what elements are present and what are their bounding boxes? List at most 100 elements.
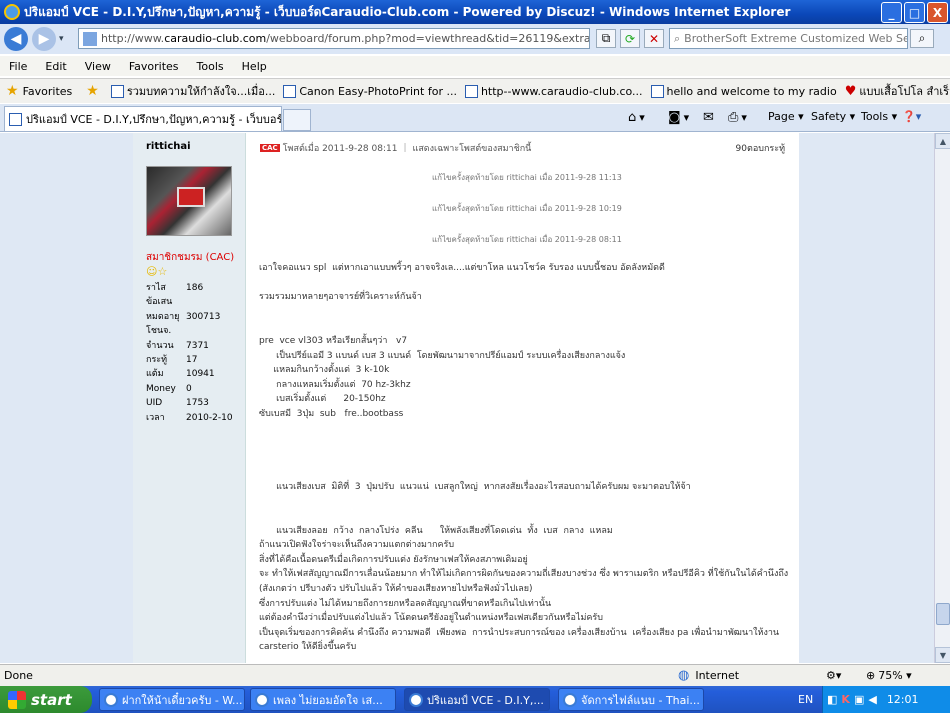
taskbar-button-label: จัดการไฟล์แนบ - Thai... (581, 693, 700, 707)
feeds-button[interactable]: ◙ ▾ (668, 110, 689, 125)
tools-menu[interactable]: Tools ▾ (861, 110, 897, 123)
menu-view[interactable]: View (76, 60, 120, 73)
stat-value: 1753 (186, 398, 209, 409)
help-icon[interactable]: ❓▾ (902, 110, 921, 123)
avatar[interactable] (146, 166, 232, 236)
scroll-thumb[interactable] (936, 603, 950, 625)
zoom-control[interactable]: ⊕ 75% ▾ (866, 669, 912, 682)
refresh-icon[interactable]: ⟳ (620, 29, 640, 48)
menu-tools[interactable]: Tools (188, 60, 233, 73)
favorites-button[interactable]: ★ Favorites (6, 83, 72, 99)
forward-button[interactable]: ▶ (32, 27, 56, 51)
page-icon (464, 84, 478, 98)
ie-icon (563, 692, 577, 707)
stat-label: ข้อเสน (146, 297, 173, 308)
navigation-bar: ◀ ▶ ▾ http://www. caraudio-club.com/webbo… (0, 24, 950, 54)
scroll-down-icon[interactable]: ▼ (935, 647, 950, 663)
new-tab-button[interactable] (283, 109, 311, 131)
search-input[interactable]: ⌕ BrotherSoft Extreme Customized Web Sea… (669, 28, 908, 49)
author-stats: ราไส 186 ข้อเสน หมดอายุ 300713 โชนจ. จำนวน… (146, 281, 233, 425)
start-button[interactable]: start (0, 686, 92, 713)
post-header: CAC โพสต์เมื่อ 2011-9-28 08:11 | แสดงเฉพ… (260, 141, 785, 155)
menu-edit[interactable]: Edit (36, 60, 75, 73)
antivirus-icon[interactable]: K (841, 693, 850, 706)
favorite-link[interactable]: hello and welcome to my radio (650, 84, 837, 98)
add-favorites-icon[interactable]: ★ (86, 83, 99, 99)
menu-file[interactable]: File (0, 60, 36, 73)
author-only-link[interactable]: แสดงเฉพาะโพสต์ของสมาชิกนี้ (413, 141, 532, 155)
stat-value: 0 (186, 383, 192, 394)
tab-title: ปริแอมป์ VCE - D.I.Y,ปรึกษา,ปัญหา,ความรู… (26, 113, 282, 126)
print-button[interactable]: ⎙ ▾ (728, 110, 747, 125)
address-prefix: http://www. (101, 32, 165, 45)
recent-pages-dropdown[interactable]: ▾ (59, 34, 64, 44)
language-indicator[interactable]: EN (798, 693, 813, 706)
search-provider-icon: ⌕ (674, 31, 681, 45)
minimize-button[interactable]: _ (881, 2, 902, 23)
favorites-bar: ★ Favorites ★ รวมบทความให้กำลังใจ...เมื่… (0, 78, 950, 103)
safety-menu[interactable]: Safety ▾ (811, 110, 855, 123)
stat-row: UID 1753 (146, 396, 233, 410)
address-domain: caraudio-club.com (164, 32, 267, 45)
stat-row: กระทู้ 17 (146, 353, 233, 367)
author-name[interactable]: rittichai (146, 141, 191, 152)
favorite-link-label: รวมบทความให้กำลังใจ...เมื่อ... (126, 85, 276, 98)
system-tray: ◧ K ▣ ◀ 12:01 (822, 686, 950, 713)
stop-icon[interactable]: ✕ (644, 29, 664, 48)
scroll-up-icon[interactable]: ▲ (935, 133, 950, 149)
favorite-link[interactable]: ♥แบบเสื้อโปโล สำเร็จรูป (845, 82, 950, 100)
stat-label: แต้ม (146, 369, 164, 380)
globe-icon: ◍ (678, 668, 690, 683)
taskbar-button[interactable]: จัดการไฟล์แนบ - Thai... (558, 688, 704, 711)
taskbar-button[interactable]: เพลง ไม่ยอมอัดใจ เส... (250, 688, 396, 711)
taskbar-button-active[interactable]: ปริแอมป์ VCE - D.I.Y,... (404, 688, 550, 711)
compatibility-view-icon[interactable]: ⧉ (596, 29, 616, 48)
read-mail-button[interactable]: ✉ (703, 110, 717, 125)
header-separator: | (403, 143, 407, 153)
protected-mode-icon[interactable]: ⚙▾ (826, 669, 841, 682)
maximize-button[interactable]: □ (904, 2, 925, 23)
ie-icon (409, 692, 423, 707)
taskbar-button[interactable]: ฝากให้น้าเดี๋ยวครับ - W... (99, 688, 245, 711)
taskbar: start ฝากให้น้าเดี๋ยวครับ - W... เพลง ไม… (0, 686, 950, 713)
post-floor[interactable]: 90ตอบกระทู้ (736, 141, 785, 155)
close-button[interactable]: X (927, 2, 948, 23)
security-zone[interactable]: ◍ Internet (678, 668, 739, 683)
stat-value: 7371 (186, 340, 209, 351)
edit-note: แก้ไขครั้งสุดท้ายโดย rittichai เมื่อ 201… (432, 173, 622, 182)
menu-help[interactable]: Help (233, 60, 276, 73)
address-bar[interactable]: http://www. caraudio-club.com/webboard/fo… (78, 28, 590, 49)
rank-icon: ☺☆ (146, 265, 168, 278)
ie-icon (255, 692, 269, 707)
favorite-link[interactable]: http--www.caraudio-club.co... (464, 84, 643, 98)
cac-badge-icon: CAC (260, 144, 280, 152)
search-icon[interactable]: ⌕ (910, 29, 934, 48)
page-content: rittichai สมาชิกชมรม (CAC) ☺☆ ราไส 186 ข้… (0, 133, 934, 663)
tray-app-icon[interactable]: ▣ (854, 693, 864, 706)
favorite-link[interactable]: รวมบทความให้กำลังใจ...เมื่อ... (110, 82, 276, 100)
page-icon (283, 84, 297, 98)
back-button[interactable]: ◀ (4, 27, 28, 51)
page-icon (9, 112, 22, 126)
edit-note: แก้ไขครั้งสุดท้ายโดย rittichai เมื่อ 201… (432, 204, 622, 213)
forum-post: rittichai สมาชิกชมรม (CAC) ☺☆ ราไส 186 ข้… (133, 133, 799, 663)
zoom-level: 75% (878, 669, 903, 682)
favorite-link[interactable]: Canon Easy-PhotoPrint for ... (283, 84, 457, 98)
favorite-link-label: http--www.caraudio-club.co... (480, 84, 643, 98)
favorites-label: Favorites (22, 84, 73, 98)
network-icon[interactable]: ◧ (827, 693, 837, 706)
page-menu[interactable]: Page ▾ (768, 110, 804, 123)
author-panel: rittichai สมาชิกชมรม (CAC) ☺☆ ราไส 186 ข้… (133, 133, 246, 663)
safety-menu-label: Safety (811, 110, 847, 123)
menu-favorites[interactable]: Favorites (120, 60, 188, 73)
stat-row: เวลา 2010-2-10 (146, 411, 233, 425)
stat-label: เวลา (146, 412, 165, 423)
printer-icon: ⎙ (728, 110, 739, 125)
edit-note: แก้ไขครั้งสุดท้ายโดย rittichai เมื่อ 201… (432, 235, 622, 244)
page-icon (83, 31, 97, 46)
tab-current[interactable]: ปริแอมป์ VCE - D.I.Y,ปรึกษา,ปัญหา,ความรู… (4, 106, 282, 131)
home-button[interactable]: ⌂ ▾ (628, 110, 645, 125)
stat-label: โชนจ. (146, 326, 172, 337)
vertical-scrollbar[interactable]: ▲ ▼ (934, 133, 950, 663)
volume-icon[interactable]: ◀ (868, 693, 876, 706)
